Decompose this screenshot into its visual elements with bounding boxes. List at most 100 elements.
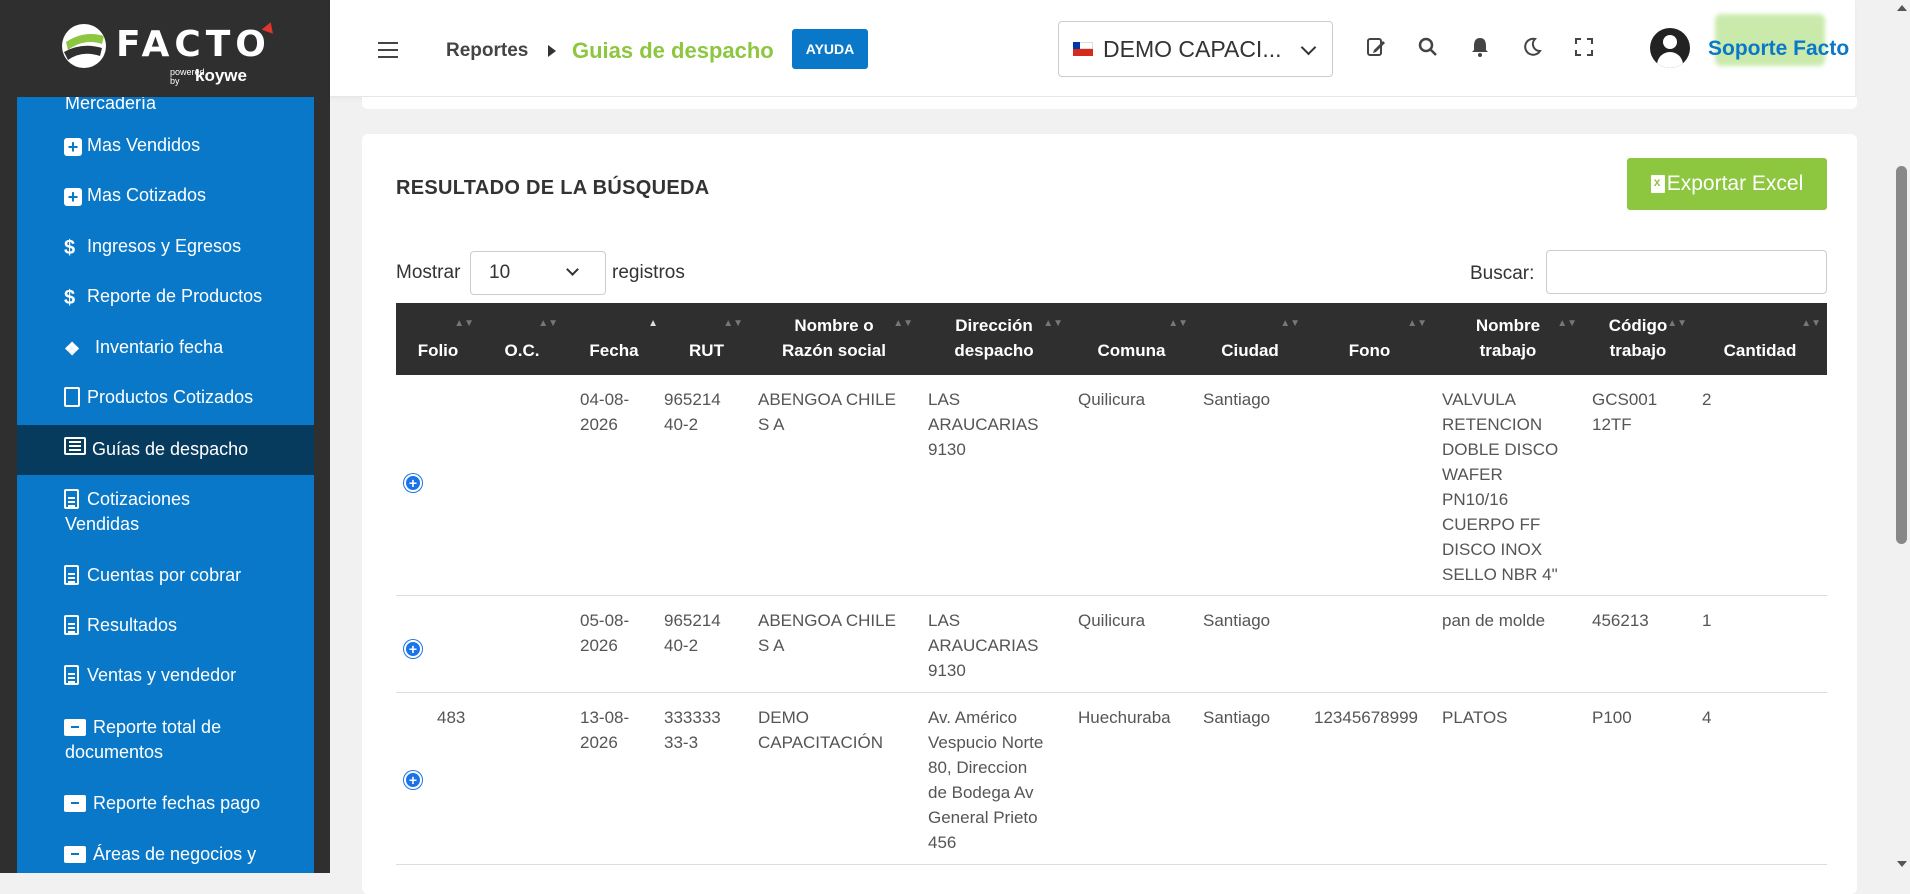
sort-icon: ▲▼ (1043, 318, 1063, 329)
column-header-direccion[interactable]: ▲▼ Dirección despacho (919, 303, 1069, 375)
cell-cantidad: 1 (1702, 611, 1712, 630)
column-header-fecha[interactable]: ▲ Fecha (564, 303, 664, 375)
sidebar-item-label: Mas Vendidos (87, 135, 201, 155)
table-row[interactable]: +04-08- 2026 965214 40-2 ABENGOA CHILE S A LAS… (396, 375, 1827, 596)
sidebar-item-reporte-fechas-pago[interactable]: Reporte fechas pago (17, 791, 314, 841)
column-header-oc[interactable]: ▲▼ O.C. (480, 303, 564, 375)
cell-codigo: P100 (1592, 705, 1692, 730)
expand-row-icon[interactable]: + (404, 640, 422, 658)
brand-partner: koywe (195, 65, 247, 85)
sidebar-item-label: Productos Cotizados (87, 387, 254, 407)
page-size-select[interactable]: 10 (470, 251, 606, 295)
sidebar-item-label: Reporte total de (93, 717, 222, 737)
sidebar-item-resultados[interactable]: Resultados (17, 613, 314, 663)
sort-icon: ▲▼ (454, 318, 474, 329)
cell-line: S A (758, 636, 785, 655)
expand-row-icon[interactable]: + (404, 474, 422, 492)
sidebar-item-inventario-fecha[interactable]: ❖ Inventario fecha (17, 335, 314, 385)
filter-panel-edge (362, 97, 1857, 109)
cell-cantidad: 4 (1702, 708, 1712, 727)
cell-rut: 965214 40-2 (664, 387, 744, 437)
sidebar-item-mercaderia[interactable]: Mercadería (17, 97, 314, 125)
cell-line: 13-08- (580, 708, 630, 727)
sidebar-item-label: Guías de despacho (92, 439, 249, 459)
archive-icon (64, 844, 86, 866)
sidebar-item-ingresos-egresos[interactable]: $ Ingresos y Egresos (17, 234, 314, 284)
cell-rut: 333333 33-3 (664, 705, 744, 755)
sidebar-item-label: Ventas y vendedor (87, 665, 237, 685)
facto-logo-icon (62, 23, 106, 68)
sidebar-item-ventas-vendedor[interactable]: Ventas y vendedor (17, 663, 314, 713)
cell-line: DOBLE DISCO (1442, 440, 1559, 459)
export-excel-button[interactable]: Exportar Excel (1627, 158, 1827, 210)
sidebar-item-cotizaciones-vendidas[interactable]: Cotizaciones Vendidas (17, 487, 314, 549)
facto-logo[interactable]: FACTO powered by koywe (0, 0, 330, 97)
cell-line: VALVULA (1442, 390, 1517, 409)
cell-nombre: DEMO CAPACITACIÓN (758, 705, 918, 755)
cell-line: 456 (928, 833, 957, 852)
user-avatar[interactable] (1650, 28, 1690, 68)
company-selector[interactable]: DEMO CAPACI... (1058, 21, 1333, 77)
document-icon (64, 615, 84, 637)
sidebar-item-cuentas-cobrar[interactable]: Cuentas por cobrar (17, 563, 314, 613)
search-icon[interactable] (1416, 36, 1440, 60)
cell-line: CAPACITACIÓN (758, 733, 883, 752)
sort-icon: ▲▼ (1407, 318, 1427, 329)
excel-file-icon (1650, 175, 1665, 193)
sidebar-item-guias-despacho[interactable]: Guías de despacho (17, 425, 314, 475)
cell-line: de Bodega Av (928, 783, 1034, 802)
cell-fecha: 04-08- 2026 (580, 387, 660, 437)
cell-trabajo: VALVULA RETENCION DOBLE DISCO WAFER PN10/16 C… (1442, 387, 1582, 587)
table-row[interactable]: +05-08- 2026 965214 40-2 ABENGOA CHILE S A LAS… (396, 596, 1827, 693)
sort-icon: ▲▼ (538, 318, 558, 329)
cell-fecha: 13-08- 2026 (580, 705, 660, 755)
sidebar-item-reporte-total-documentos[interactable]: Reporte total de documentos (17, 715, 314, 777)
cell-line: 456213 (1592, 611, 1649, 630)
fullscreen-icon[interactable] (1572, 36, 1596, 60)
expand-row-icon[interactable]: + (404, 771, 422, 789)
column-header-comuna[interactable]: ▲▼ Comuna (1069, 303, 1194, 375)
document-icon (64, 565, 84, 587)
cell-trabajo: pan de molde (1442, 608, 1582, 633)
menu-toggle-icon[interactable] (378, 42, 398, 58)
cell-line: Vespucio Norte (928, 733, 1044, 752)
search-label: Buscar: (1470, 263, 1535, 284)
column-header-folio[interactable]: ▲▼ Folio (396, 303, 480, 375)
cell-line: 2026 (580, 733, 618, 752)
dollar-icon: $ (64, 287, 76, 309)
scroll-up-arrow-icon[interactable] (1897, 5, 1907, 11)
column-header-rut[interactable]: ▲▼ RUT (664, 303, 749, 375)
sidebar-item-reporte-productos[interactable]: $ Reporte de Productos (17, 284, 314, 334)
column-header-nombre[interactable]: ▲▼ Nombre o Razón social (749, 303, 919, 375)
cell-line: LAS (928, 390, 961, 409)
sidebar-item-label: Cuentas por cobrar (87, 565, 242, 585)
cell-line: PLATOS (1442, 708, 1508, 727)
column-header-cantidad[interactable]: ▲▼ Cantidad (1693, 303, 1827, 375)
scroll-thumb[interactable] (1896, 166, 1907, 544)
scroll-down-arrow-icon[interactable] (1897, 861, 1907, 867)
cell-nombre: ABENGOA CHILE S A (758, 387, 918, 437)
column-header-nombre-trabajo[interactable]: ▲▼ Nombre trabajo (1433, 303, 1583, 375)
column-header-ciudad[interactable]: ▲▼ Ciudad (1194, 303, 1306, 375)
search-input[interactable] (1546, 250, 1827, 294)
table-row[interactable]: +483 13-08- 2026 333333 33-3 DEMO CAPACITACIÓN… (396, 693, 1827, 865)
edit-document-icon[interactable] (1364, 36, 1388, 60)
column-header-fono[interactable]: ▲▼ Fono (1306, 303, 1433, 375)
cell-line: ABENGOA CHILE (758, 611, 896, 630)
sidebar-item-mas-vendidos[interactable]: + Mas Vendidos (17, 133, 314, 183)
user-name[interactable]: Soporte Facto (1708, 37, 1849, 61)
page-scrollbar[interactable] (1893, 0, 1910, 873)
sidebar-item-areas-negocios[interactable]: Áreas de negocios y (17, 842, 314, 873)
dark-mode-icon[interactable] (1520, 36, 1544, 60)
bell-icon[interactable] (1468, 36, 1492, 60)
sort-icon: ▲▼ (1801, 318, 1821, 329)
archive-icon (64, 793, 86, 815)
breadcrumb-root[interactable]: Reportes (446, 40, 528, 62)
sidebar-item-mas-cotizados[interactable]: + Mas Cotizados (17, 183, 314, 233)
cell-direccion: LAS ARAUCARIAS 9130 (928, 387, 1068, 462)
column-header-codigo-trabajo[interactable]: ▲▼ Código trabajo (1583, 303, 1693, 375)
cell-ciudad: Santiago (1203, 390, 1271, 409)
cell-trabajo: PLATOS (1442, 705, 1582, 730)
help-button[interactable]: AYUDA (792, 29, 868, 69)
cell-line: CUERPO FF (1442, 515, 1541, 534)
